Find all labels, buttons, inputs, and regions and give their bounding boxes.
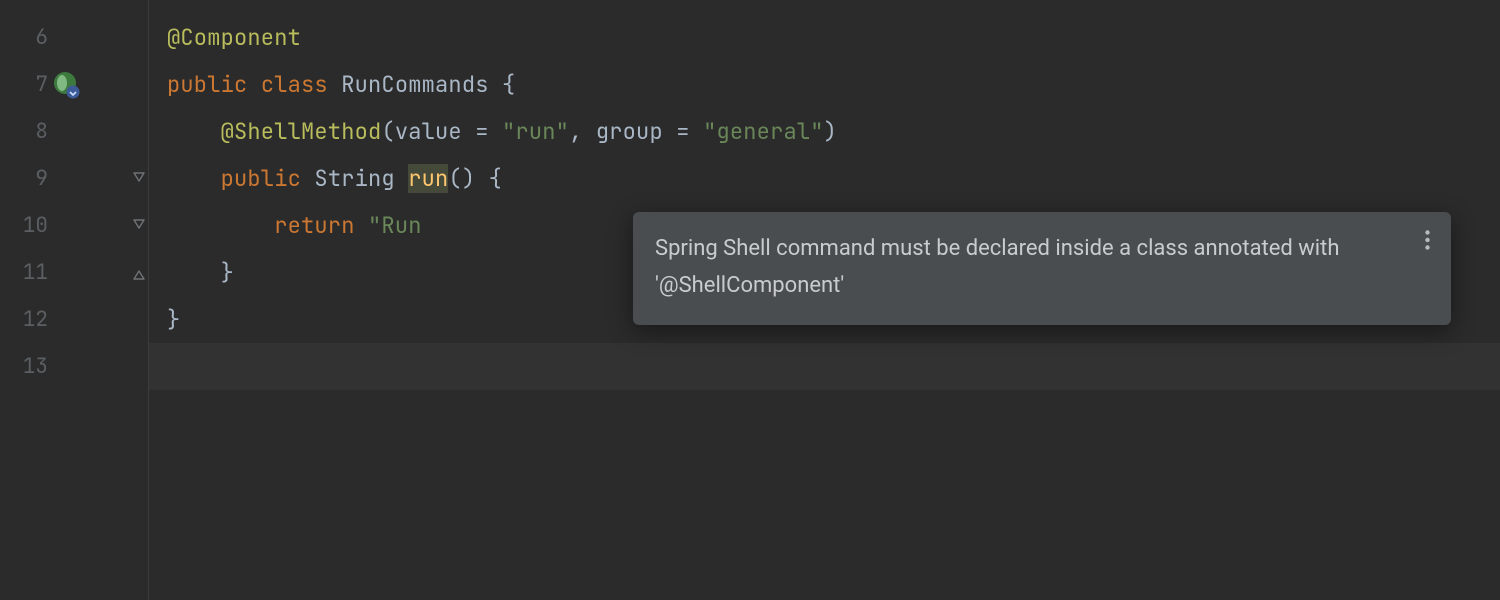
line-number: 8 — [8, 118, 48, 145]
code-token — [247, 70, 260, 99]
code-token: group = — [596, 117, 703, 146]
inspection-tooltip-message: Spring Shell command must be declared in… — [655, 236, 1339, 298]
line-number: 6 — [8, 24, 48, 51]
code-token: } — [167, 305, 180, 334]
code-line[interactable]: @ShellMethod(value = "run", group = "gen… — [149, 108, 1500, 155]
code-token: "Run — [368, 211, 422, 240]
gutter-row: 11 — [0, 249, 148, 296]
code-token: public — [221, 164, 301, 193]
code-area[interactable]: @Component public class RunCommands { @Sh… — [148, 0, 1500, 600]
line-number: 10 — [8, 212, 48, 239]
code-editor: 6 7 8 9 10 11 12 13 @Component public class RunC… — [0, 0, 1500, 600]
code-token — [355, 211, 368, 240]
code-token: String — [301, 164, 408, 193]
line-number: 11 — [8, 259, 48, 286]
code-token: , — [569, 117, 596, 146]
tooltip-more-actions-button[interactable] — [1415, 226, 1439, 254]
gutter-row: 12 — [0, 296, 148, 343]
code-token — [328, 70, 341, 99]
fold-expand-icon[interactable] — [132, 266, 146, 280]
code-token: () { — [448, 164, 502, 193]
gutter-row: 8 — [0, 108, 148, 155]
gutter-row: 10 — [0, 202, 148, 249]
code-token: run — [408, 164, 448, 193]
gutter-row: 6 — [0, 14, 148, 61]
more-vertical-icon — [1425, 230, 1430, 250]
code-token — [167, 164, 221, 193]
inspection-tooltip: Spring Shell command must be declared in… — [633, 212, 1451, 325]
java-class-icon[interactable] — [52, 71, 80, 99]
code-token — [167, 117, 221, 146]
gutter-row: 13 — [0, 343, 148, 390]
fold-collapse-icon[interactable] — [132, 172, 146, 186]
gutter-row: 7 — [0, 61, 148, 108]
code-token: RunCommands { — [341, 70, 515, 99]
code-token: return — [274, 211, 354, 240]
code-token: value = — [395, 117, 502, 146]
fold-collapse-icon[interactable] — [132, 219, 146, 233]
code-token: "run" — [502, 117, 569, 146]
code-token: ) — [824, 117, 837, 146]
line-number: 13 — [8, 353, 48, 380]
code-token: public — [167, 70, 247, 99]
line-number: 7 — [8, 71, 48, 98]
code-token: "general" — [703, 117, 824, 146]
code-line[interactable]: @Component — [149, 14, 1500, 61]
code-token: @Component — [167, 23, 301, 52]
gutter: 6 7 8 9 10 11 12 13 — [0, 0, 148, 600]
code-token: ( — [381, 117, 394, 146]
line-number: 12 — [8, 306, 48, 333]
code-token — [167, 211, 274, 240]
gutter-row: 9 — [0, 155, 148, 202]
code-line[interactable]: public String run() { — [149, 155, 1500, 202]
code-line[interactable] — [149, 343, 1500, 390]
code-token: @ShellMethod — [221, 117, 382, 146]
line-number: 9 — [8, 165, 48, 192]
code-line[interactable]: public class RunCommands { — [149, 61, 1500, 108]
code-token: class — [261, 70, 328, 99]
code-token: } — [167, 258, 234, 287]
